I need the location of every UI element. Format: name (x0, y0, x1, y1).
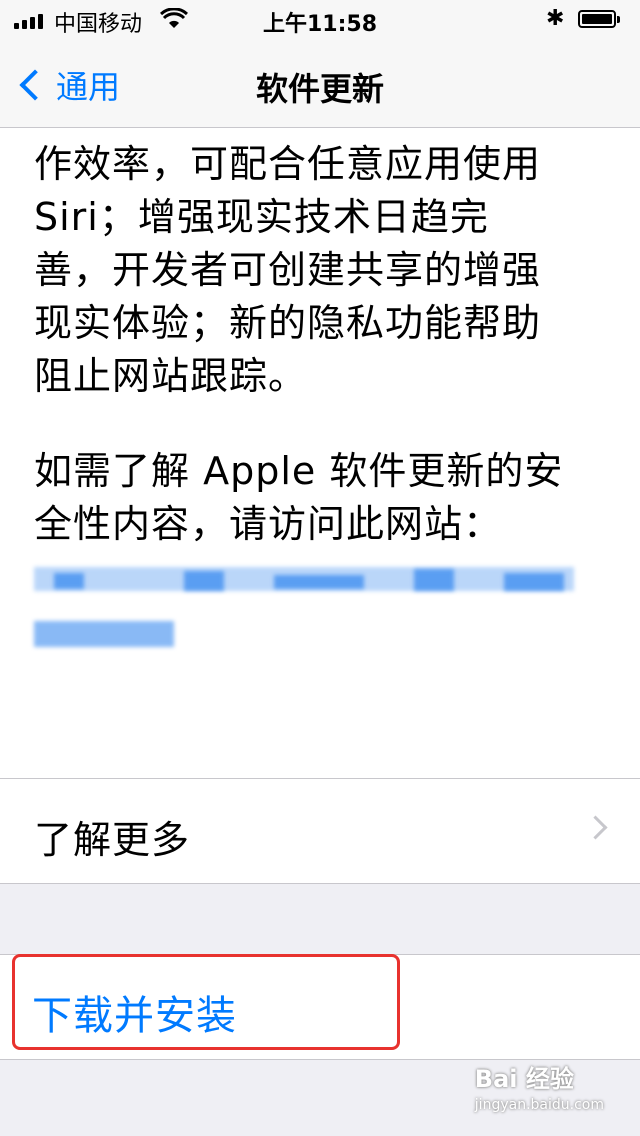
security-text: 如需了解 Apple 软件更新的安 全性内容，请访问此网站： (34, 445, 614, 551)
baidu-watermark: Bai 经验 jingyan.baidu.com (475, 1066, 604, 1118)
page-title: 软件更新 (255, 70, 384, 108)
description-text: 作效率，可配合任意应用使用 Siri；增强现实技术日趋完 善，开发者可创建共享的… (34, 138, 614, 403)
battery-icon (578, 10, 620, 28)
release-notes: 作效率，可配合任意应用使用 Siri；增强现实技术日趋完 善，开发者可创建共享的… (0, 128, 640, 778)
status-bar: 中国移动 上午11:58 ✱ (0, 0, 640, 40)
description-line: 阻止网站跟踪。 (34, 354, 308, 398)
security-line: 如需了解 Apple 软件更新的安 (34, 449, 564, 493)
bluetooth-icon: ✱ (546, 6, 565, 31)
watermark-url: jingyan.baidu.com (474, 1097, 604, 1113)
description-line: Siri；增强现实技术日趋完 (34, 195, 489, 239)
security-line: 全性内容，请访问此网站： (34, 502, 503, 546)
highlight-annotation (12, 954, 400, 1050)
chevron-right-icon (583, 815, 608, 840)
description-line: 现实体验；新的隐私功能帮助 (34, 301, 542, 345)
status-time: 上午11:58 (262, 12, 378, 37)
nav-bar: 通用 软件更新 (0, 40, 640, 128)
blurred-security-link[interactable] (34, 563, 594, 673)
description-line: 善，开发者可创建共享的增强 (34, 248, 542, 292)
watermark-brand: Bai 经验 (474, 1065, 574, 1093)
learn-more-label: 了解更多 (34, 818, 191, 862)
description-line: 作效率，可配合任意应用使用 (34, 142, 542, 186)
learn-more-row[interactable]: 了解更多 (0, 778, 640, 884)
